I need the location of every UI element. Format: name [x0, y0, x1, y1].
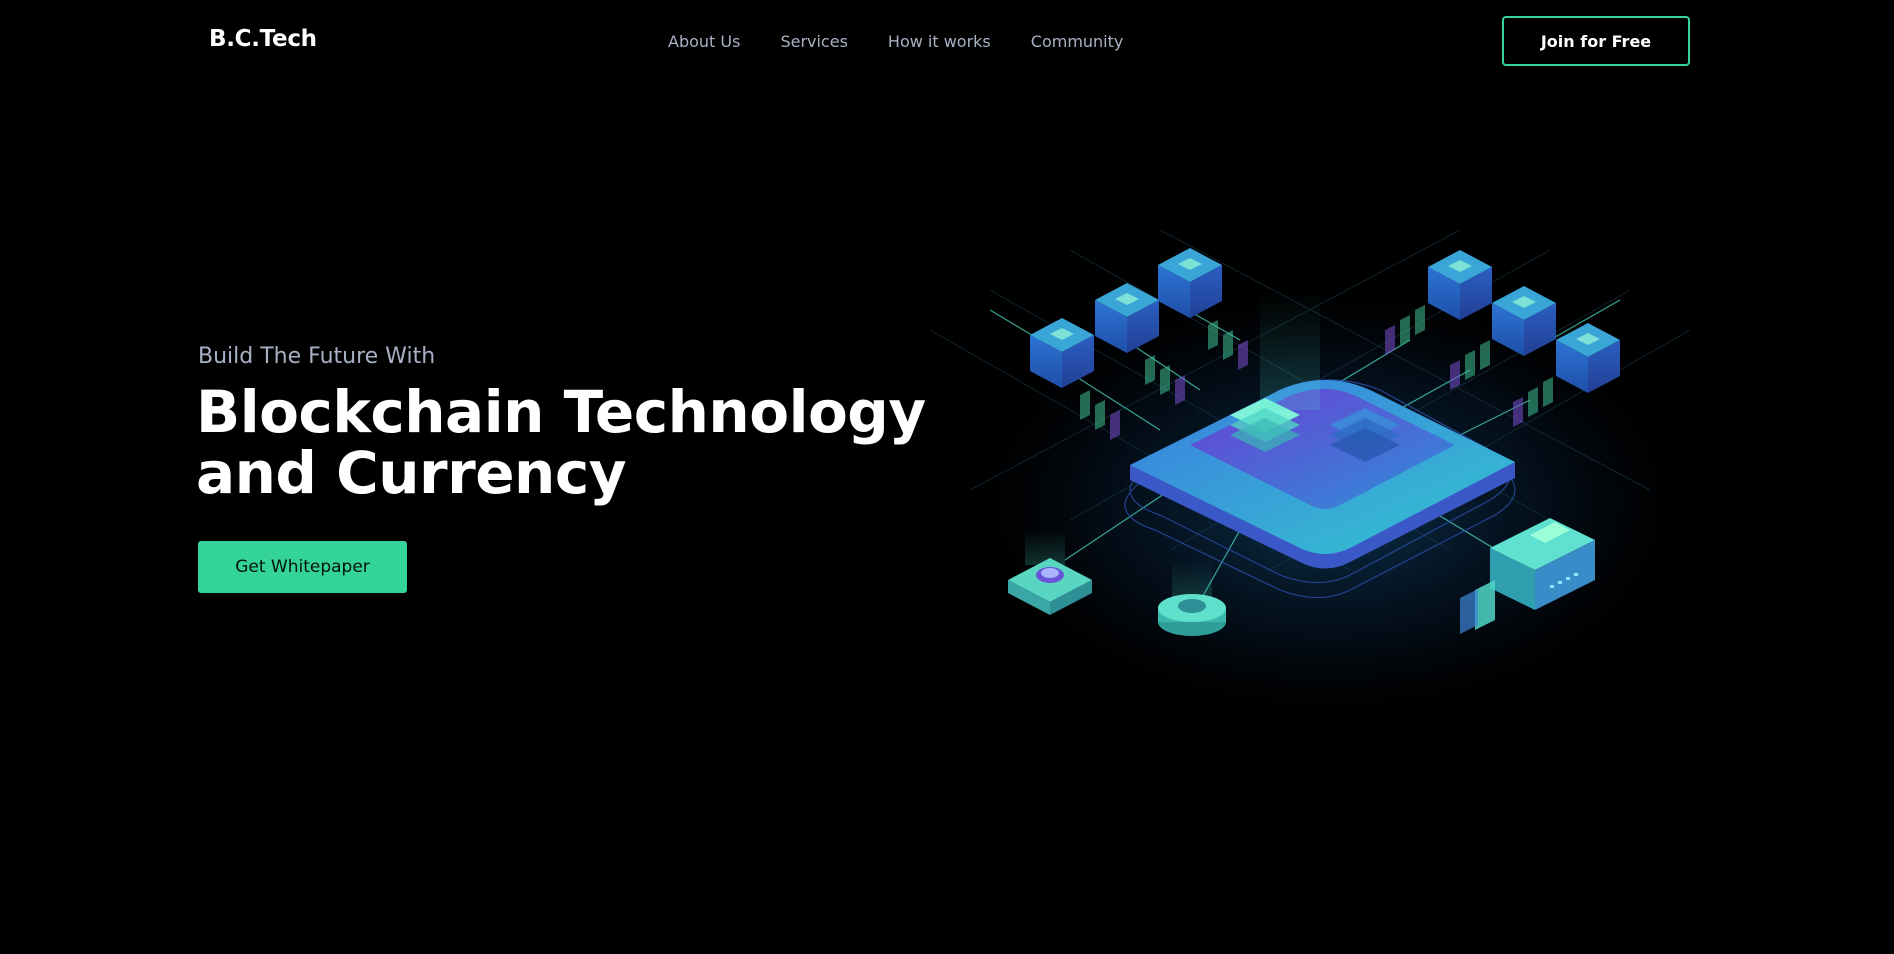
get-whitepaper-button[interactable]: Get Whitepaper [198, 541, 407, 593]
blockchain-illustration [929, 229, 1710, 710]
hero-eyebrow: Build The Future With [198, 344, 436, 369]
brand-logo[interactable]: B.C.Tech [209, 26, 317, 52]
nav-how-it-works[interactable]: How it works [888, 32, 991, 51]
hero-title-line-1: Blockchain Technology [196, 378, 926, 446]
main-nav: About Us Services How it works Community [668, 32, 1163, 51]
hero-title-line-2: and Currency [196, 439, 627, 507]
site-header: B.C.Tech About Us Services How it works … [0, 0, 1894, 84]
join-for-free-button[interactable]: Join for Free [1502, 16, 1690, 66]
hero-title: Blockchain Technology and Currency [196, 378, 926, 507]
nav-community[interactable]: Community [1031, 32, 1124, 51]
blockchain-isometric-icon [929, 229, 1710, 710]
nav-services[interactable]: Services [780, 32, 847, 51]
nav-about-us[interactable]: About Us [668, 32, 740, 51]
page: B.C.Tech About Us Services How it works … [0, 0, 1894, 954]
